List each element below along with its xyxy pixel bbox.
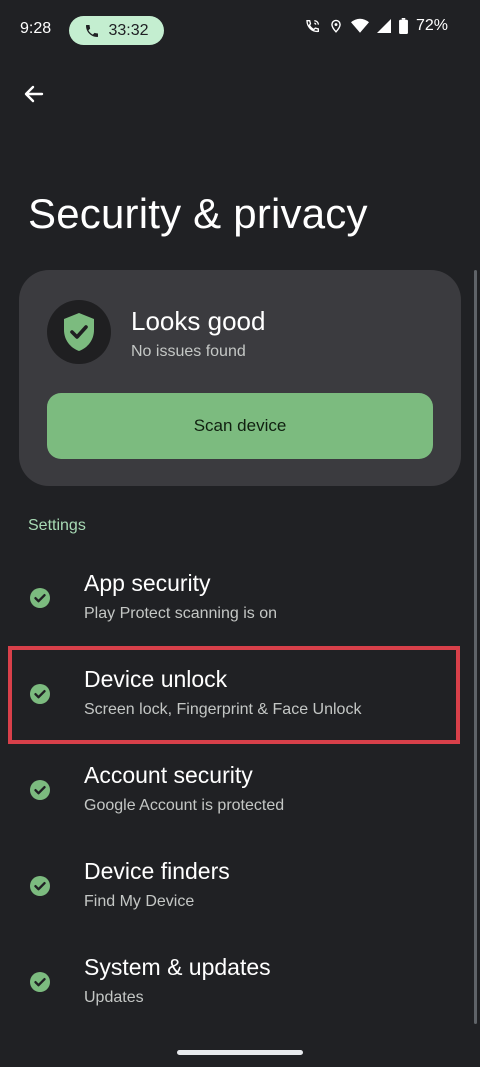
signal-icon <box>376 19 391 33</box>
setting-title: System & updates <box>84 954 271 980</box>
call-timer: 33:32 <box>108 21 149 39</box>
battery-percent: 72% <box>415 17 448 34</box>
location-icon <box>331 19 341 33</box>
setting-subtitle: Google Account is protected <box>84 797 285 814</box>
check-circle-icon <box>30 972 50 992</box>
setting-subtitle: Find My Device <box>84 893 195 910</box>
status-icons: 72% <box>305 17 448 35</box>
wifi-call-icon <box>306 20 319 33</box>
check-circle-icon <box>30 684 50 704</box>
setting-device-finders[interactable]: Device finders Find My Device <box>0 840 480 936</box>
back-arrow-icon <box>24 85 44 103</box>
setting-title: Device finders <box>84 858 230 884</box>
back-button[interactable] <box>18 78 50 110</box>
page-title: Security & privacy <box>28 190 368 237</box>
status-title: Looks good <box>131 306 266 336</box>
battery-icon <box>399 18 408 34</box>
setting-title: Device unlock <box>84 666 228 692</box>
security-status-card: Looks good No issues found Scan device <box>19 270 461 486</box>
setting-title: App security <box>84 570 211 596</box>
check-circle-icon <box>30 780 50 800</box>
setting-app-security[interactable]: App security Play Protect scanning is on <box>0 552 480 648</box>
setting-account-security[interactable]: Account security Google Account is prote… <box>0 744 480 840</box>
setting-device-unlock[interactable]: Device unlock Screen lock, Fingerprint &… <box>0 648 480 744</box>
phone-icon <box>86 24 99 37</box>
setting-subtitle: Screen lock, Fingerprint & Face Unlock <box>84 701 362 718</box>
ongoing-call-chip[interactable]: 33:32 <box>69 16 164 45</box>
setting-subtitle: Updates <box>84 989 144 1006</box>
wifi-icon <box>350 18 369 33</box>
setting-subtitle: Play Protect scanning is on <box>84 605 277 622</box>
setting-system-updates[interactable]: System & updates Updates <box>0 936 480 1032</box>
status-bar: 9:28 33:32 72% <box>0 0 480 60</box>
settings-section-header: Settings <box>28 517 86 534</box>
shield-check-icon <box>64 313 94 351</box>
status-time: 9:28 <box>20 20 52 37</box>
check-circle-icon <box>30 588 50 608</box>
scan-device-button[interactable]: Scan device <box>47 393 433 459</box>
shield-container <box>47 300 111 364</box>
gesture-nav-handle[interactable] <box>177 1050 303 1055</box>
settings-list: App security Play Protect scanning is on… <box>0 552 480 1032</box>
check-circle-icon <box>30 876 50 896</box>
status-subtitle: No issues found <box>131 343 246 360</box>
setting-title: Account security <box>84 762 253 788</box>
